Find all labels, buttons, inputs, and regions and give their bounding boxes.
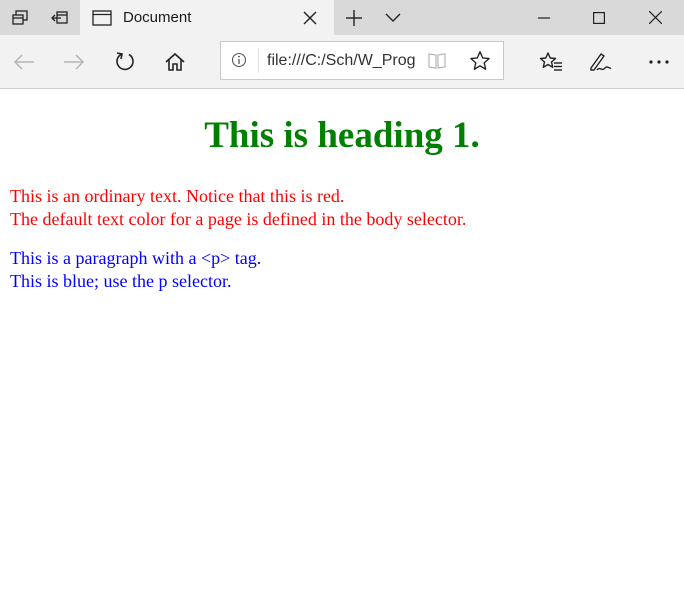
address-bar[interactable]: file:///C:/Sch/W_Prog [220,41,504,80]
home-icon[interactable] [160,47,190,77]
page-content: This is heading 1. This is an ordinary t… [0,89,684,613]
navigation-bar: file:///C:/Sch/W_Prog [0,35,684,89]
chevron-down-icon[interactable] [376,0,410,35]
refresh-icon[interactable] [110,47,140,77]
page-heading: This is heading 1. [204,115,480,156]
body-text-line: This is an ordinary text. Notice that th… [10,186,345,206]
info-icon[interactable] [231,52,247,73]
plus-icon[interactable] [337,0,371,35]
pen-icon[interactable] [585,47,615,77]
address-divider [258,48,259,73]
paragraph-line: This is a paragraph with a <p> tag. [10,248,262,268]
paragraph: This is a paragraph with a <p> tag. This… [10,247,261,293]
reading-view-icon[interactable] [427,52,447,75]
tabs-restore-icon[interactable] [40,0,80,35]
url-text[interactable]: file:///C:/Sch/W_Prog [267,52,419,70]
body-text-line: The default text color for a page is def… [10,208,467,229]
tabs-aside-icon[interactable] [0,0,40,35]
favorite-star-icon[interactable] [469,50,491,77]
favorites-hub-icon[interactable] [536,47,566,77]
close-tab-icon[interactable] [300,8,320,28]
body-text: This is an ordinary text. Notice that th… [10,185,466,230]
page-icon [92,10,112,31]
minimize-icon[interactable] [521,0,567,35]
close-icon[interactable] [632,0,678,35]
title-bar: Document [0,0,684,35]
tab-title: Document [123,9,192,26]
maximize-icon[interactable] [576,0,622,35]
back-arrow-icon[interactable] [9,47,39,77]
paragraph-line: This is blue; use the p selector. [10,271,232,291]
more-icon[interactable] [644,47,674,77]
tab-document[interactable]: Document [80,0,334,35]
forward-arrow-icon[interactable] [59,47,89,77]
